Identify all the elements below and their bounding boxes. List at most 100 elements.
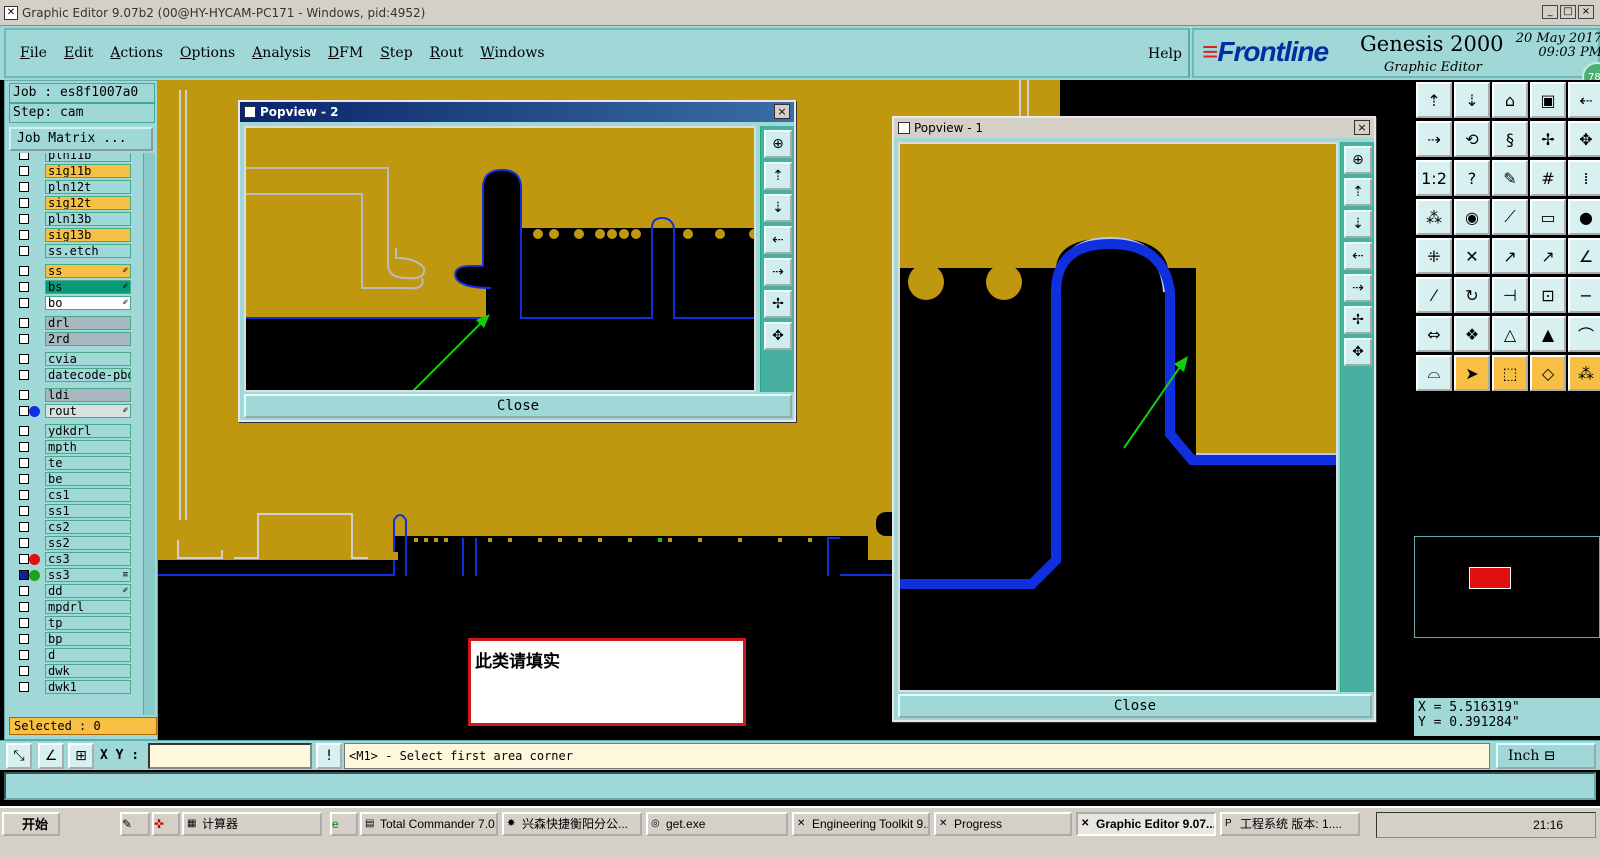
pan-left-icon[interactable]: ⇠ xyxy=(1568,82,1600,118)
zoom-out-icon[interactable]: ✥ xyxy=(764,322,792,350)
layer-name[interactable]: te xyxy=(45,456,131,470)
move-icon[interactable]: ↗ xyxy=(1492,238,1528,274)
layer-name[interactable]: bo ✐ xyxy=(45,296,131,310)
layer-name[interactable]: ss1 xyxy=(45,504,131,518)
popview-2-close-icon[interactable]: × xyxy=(774,104,790,119)
menu-options[interactable]: Options xyxy=(180,45,235,61)
layer-list-scrollbar[interactable] xyxy=(143,153,155,715)
layer-checkbox[interactable] xyxy=(19,370,29,380)
circle-icon[interactable]: ● xyxy=(1568,199,1600,235)
xy-input[interactable] xyxy=(148,743,312,769)
layer-name[interactable]: pln13b xyxy=(45,212,131,226)
pad-icon[interactable]: ◉ xyxy=(1454,199,1490,235)
zoom-bottom-icon[interactable]: ⇣ xyxy=(1454,82,1490,118)
layer-checkbox[interactable] xyxy=(19,634,29,644)
layer-row[interactable]: cvia xyxy=(9,351,131,367)
layer-name[interactable]: ss2 xyxy=(45,536,131,550)
layer-row[interactable]: ydkdrl xyxy=(9,423,131,439)
layer-checkbox[interactable] xyxy=(19,298,29,308)
layer-row[interactable]: dd ✐ xyxy=(9,583,131,599)
layer-name[interactable]: drl xyxy=(45,316,131,330)
layer-checkbox[interactable] xyxy=(19,266,29,276)
group-icon[interactable]: ❖ xyxy=(1454,316,1490,352)
job-matrix-button[interactable]: Job Matrix ... xyxy=(9,127,153,151)
task-xingsen[interactable]: ✸ 兴森快捷衡阳分公... xyxy=(502,812,642,836)
start-button[interactable]: 开始 xyxy=(2,812,60,836)
layer-name[interactable]: sig13b xyxy=(45,228,131,242)
task-graphic-editor[interactable]: ✕ Graphic Editor 9.07... xyxy=(1076,812,1216,836)
zoom-in-icon[interactable]: ✢ xyxy=(1344,306,1372,334)
snap-icon[interactable]: § xyxy=(1492,121,1528,157)
layer-row[interactable]: pln13b xyxy=(9,211,131,227)
mirror-icon[interactable]: ⊣ xyxy=(1492,277,1528,313)
layer-name[interactable]: sig11b xyxy=(45,164,131,178)
layer-row[interactable]: cs1 xyxy=(9,487,131,503)
pan-left-icon[interactable]: ⇠ xyxy=(1344,242,1372,270)
layer-row[interactable]: 2rd xyxy=(9,331,131,347)
arc-alt-icon[interactable]: ⌓ xyxy=(1416,355,1452,391)
task-get-exe[interactable]: ◎ get.exe xyxy=(646,812,788,836)
minus-icon[interactable]: − xyxy=(1568,277,1600,313)
layer-row[interactable]: mpth xyxy=(9,439,131,455)
task-progress[interactable]: ✕ Progress xyxy=(934,812,1072,836)
help-icon[interactable]: ? xyxy=(1454,160,1490,196)
menu-step[interactable]: Step xyxy=(380,45,412,61)
layer-name[interactable]: dwk1 xyxy=(45,680,131,694)
pan-up-icon[interactable]: ⇡ xyxy=(1344,178,1372,206)
layer-checkbox[interactable] xyxy=(19,334,29,344)
popview-1-close-button[interactable]: Close xyxy=(898,694,1372,718)
layer-checkbox[interactable] xyxy=(19,214,29,224)
angle-icon[interactable]: ∠ xyxy=(1568,238,1600,274)
layer-row[interactable]: dwk1 xyxy=(9,679,131,695)
layer-name[interactable]: ss3 ≡ xyxy=(45,568,131,582)
redraw-icon[interactable]: ⟲ xyxy=(1454,121,1490,157)
layer-name[interactable]: cs2 xyxy=(45,520,131,534)
menu-file[interactable]: File xyxy=(20,45,47,61)
ie-icon[interactable]: e xyxy=(330,812,358,836)
layer-row[interactable]: ldi xyxy=(9,387,131,403)
select-region-icon[interactable]: ◇ xyxy=(1530,355,1566,391)
scale-1-2-icon[interactable]: 1:2 xyxy=(1416,160,1452,196)
task-calculator[interactable]: ▦ 计算器 xyxy=(182,812,322,836)
layer-name[interactable]: ydkdrl xyxy=(45,424,131,438)
layer-checkbox[interactable] xyxy=(19,522,29,532)
layer-checkbox[interactable] xyxy=(19,282,29,292)
layer-checkbox[interactable] xyxy=(19,474,29,484)
layer-name[interactable]: cvia xyxy=(45,352,131,366)
overview-map[interactable] xyxy=(1414,536,1600,638)
system-clock[interactable]: 21:16 xyxy=(1376,812,1596,838)
move-copy-icon[interactable]: ↗ xyxy=(1530,238,1566,274)
window-titlebar[interactable]: ✕ Graphic Editor 9.07b2 (00@HY-HYCAM-PC1… xyxy=(0,0,1600,26)
layer-name[interactable]: 2rd xyxy=(45,332,131,346)
palette-icon[interactable]: ✎ xyxy=(1492,160,1528,196)
pan-right-icon[interactable]: ⇢ xyxy=(764,258,792,286)
popview-2-titlebar[interactable]: Popview - 2 × xyxy=(240,102,794,122)
graphic-canvas[interactable]: Popview - 2 × ⊕ ⇡ ⇣ ⇠ ⇢ ✢ ✥ Close Popvie… xyxy=(158,80,1412,740)
layer-name[interactable]: dwk xyxy=(45,664,131,678)
layer-name[interactable]: pln11b xyxy=(45,153,131,162)
menu-actions[interactable]: Actions xyxy=(110,45,163,61)
layer-row[interactable]: pln11b xyxy=(9,153,131,163)
menu-rout[interactable]: Rout xyxy=(430,45,464,61)
layer-name[interactable]: ss ✐ xyxy=(45,264,131,278)
layer-checkbox[interactable] xyxy=(19,182,29,192)
layer-checkbox[interactable] xyxy=(19,318,29,328)
layer-checkbox[interactable] xyxy=(19,586,29,596)
zoom-top-icon[interactable]: ⇡ xyxy=(1416,82,1452,118)
layers-icon[interactable]: ⁞ xyxy=(1568,160,1600,196)
layer-name[interactable]: bp xyxy=(45,632,131,646)
pan-right-icon[interactable]: ⇢ xyxy=(1416,121,1452,157)
layer-row[interactable]: sig12t xyxy=(9,195,131,211)
layer-checkbox[interactable] xyxy=(19,230,29,240)
layer-checkbox[interactable] xyxy=(19,198,29,208)
snap-mode-icon[interactable]: ⤡ xyxy=(6,743,32,769)
layer-name[interactable]: tp xyxy=(45,616,131,630)
quicklaunch-icon[interactable]: ✎ xyxy=(120,812,150,836)
layer-row[interactable]: rout ✐ xyxy=(9,403,131,419)
layer-checkbox[interactable] xyxy=(19,390,29,400)
grid-mode-icon[interactable]: ⊞ xyxy=(68,743,94,769)
unit-selector[interactable]: Inch ⊟ xyxy=(1496,743,1596,769)
layer-name[interactable]: rout ✐ xyxy=(45,404,131,418)
layer-checkbox[interactable] xyxy=(19,570,29,580)
close-window-button[interactable]: × xyxy=(1578,5,1594,19)
